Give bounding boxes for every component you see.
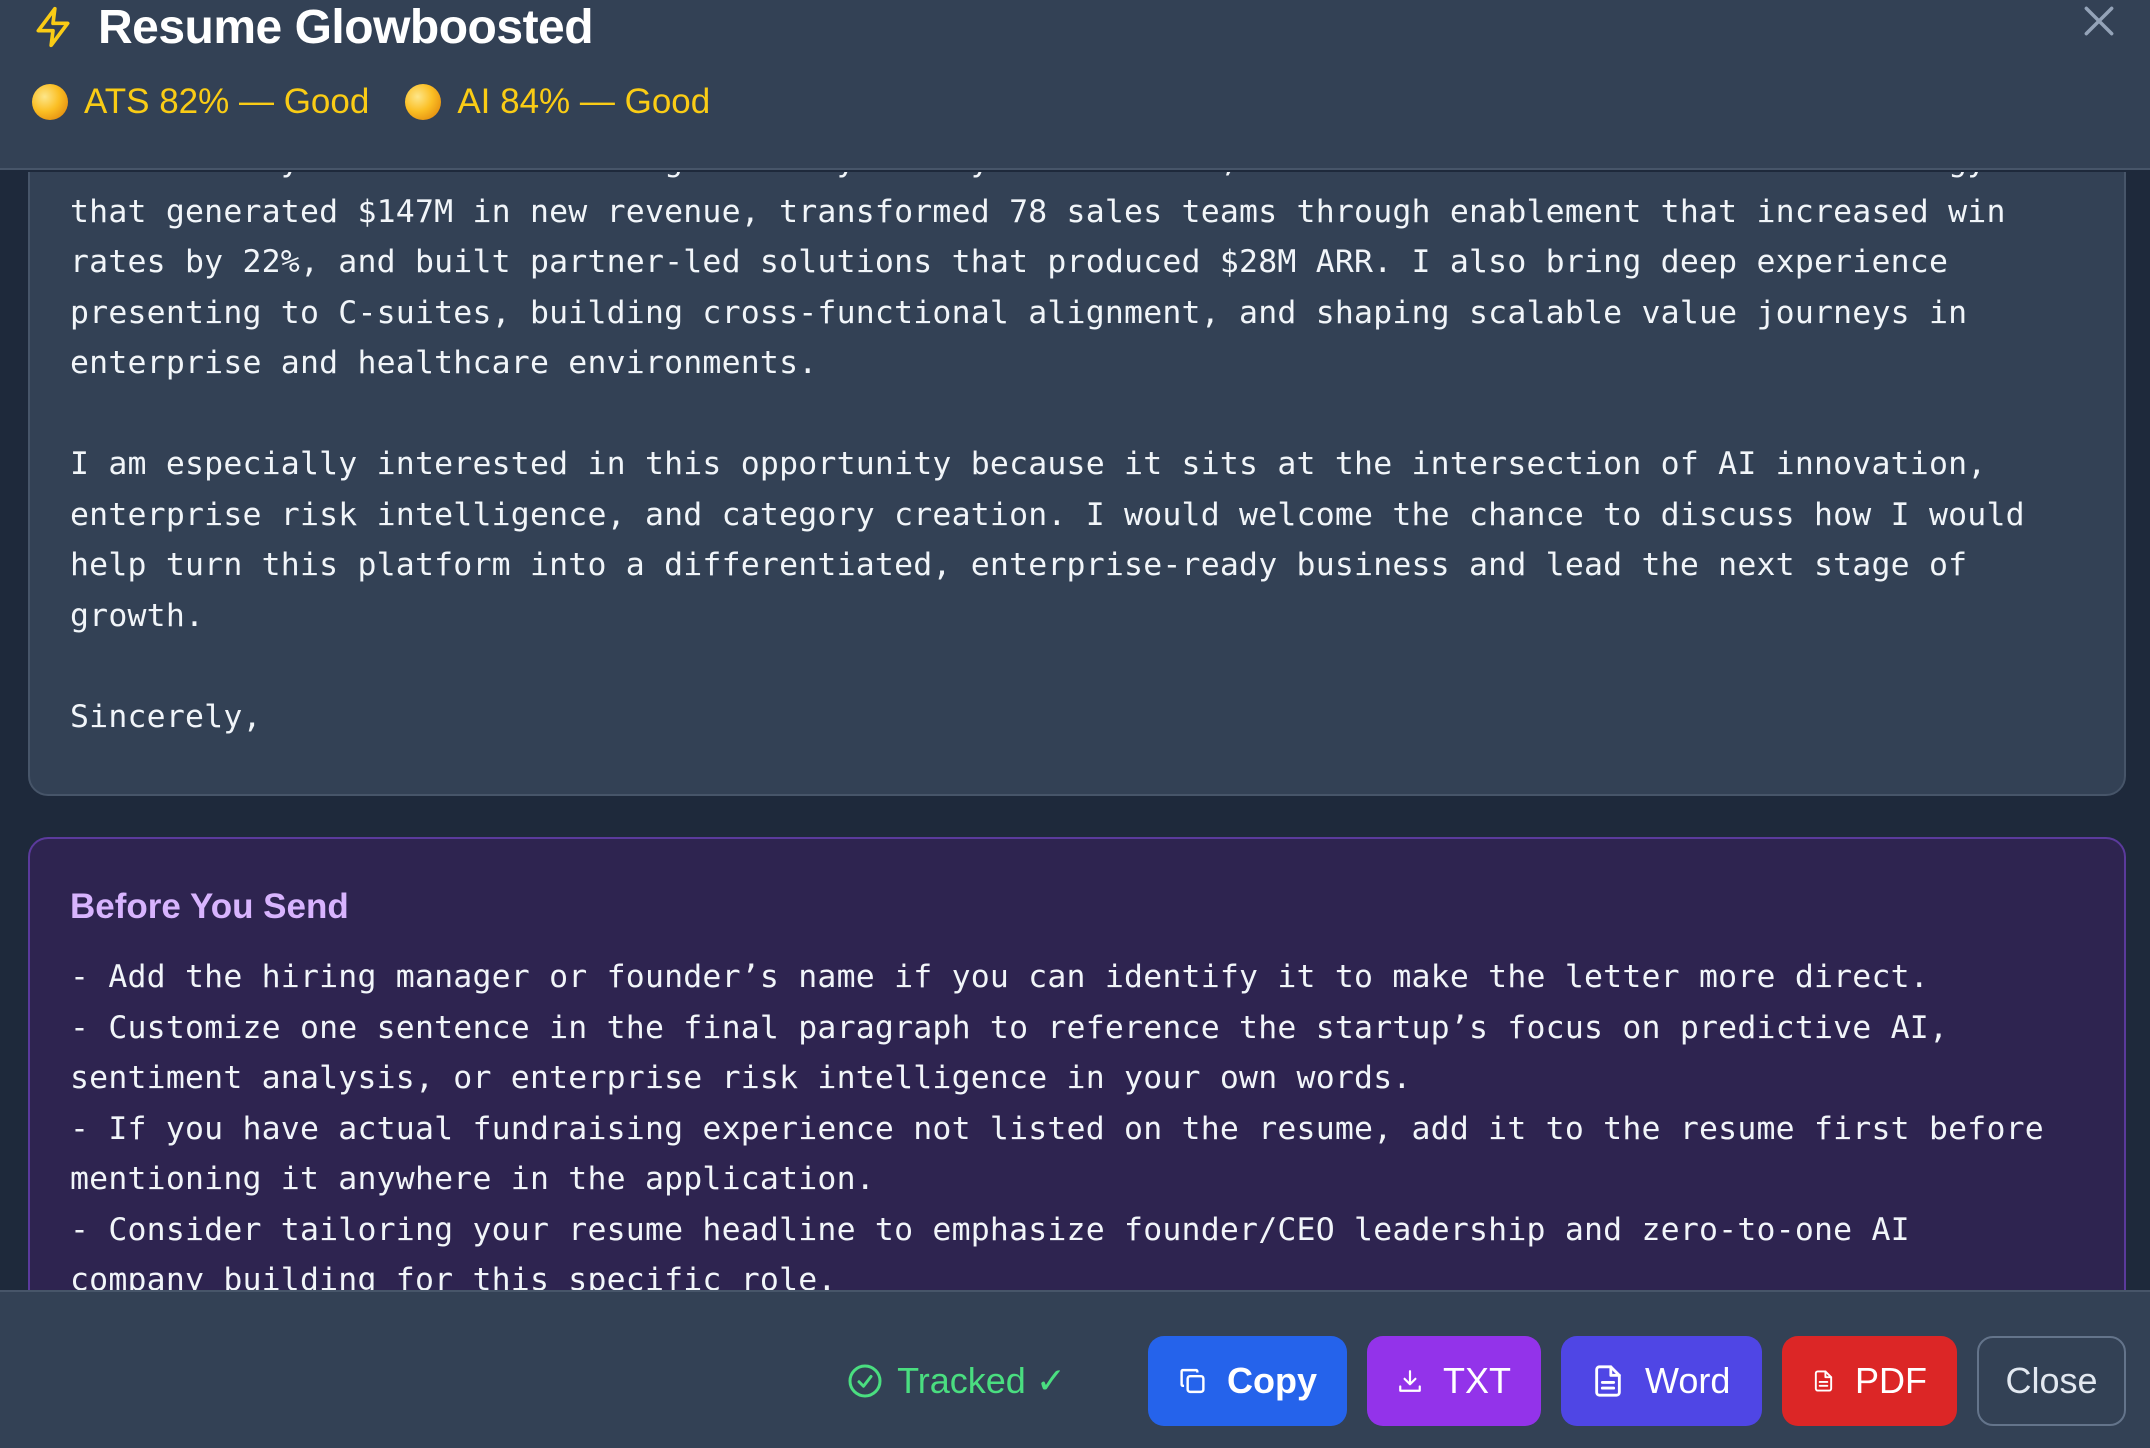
tip-line: - Consider tailoring your resume headlin… [70, 1211, 1910, 1248]
document-icon [1595, 1365, 1621, 1397]
download-word-button[interactable]: Word [1561, 1336, 1762, 1426]
tip-line: - Add the hiring manager or founder’s na… [70, 959, 1929, 995]
tip-line: mentioning it anywhere in the applicatio… [70, 1161, 875, 1197]
close-icon[interactable] [2078, 0, 2120, 42]
txt-label: TXT [1443, 1360, 1511, 1401]
ai-score-badge: AI 84% — Good [405, 82, 710, 122]
cover-letter-card: first 90 days while accelerating sales c… [28, 172, 2126, 796]
tip-line: - Customize one sentence in the final pa… [70, 1009, 1949, 1046]
tips-title: Before You Send [70, 887, 349, 926]
tips-text: - Add the hiring manager or founder’s na… [70, 952, 2110, 1290]
ats-score-label: ATS 82% — Good [84, 82, 370, 121]
tip-line: - If you have actual fundraising experie… [70, 1110, 2044, 1147]
ats-score-badge: ATS 82% — Good [32, 82, 369, 122]
letter-line: rates by 22%, and built partner-led solu… [70, 244, 1949, 280]
score-badges: ATS 82% — Good AI 84% — Good [32, 82, 746, 122]
ai-score-label: AI 84% — Good [457, 82, 711, 121]
modal-content[interactable]: first 90 days while accelerating sales c… [0, 172, 2150, 1290]
pdf-label: PDF [1855, 1360, 1927, 1401]
modal-title: Resume Glowboosted [98, 0, 594, 54]
letter-line: that generated $147M in new revenue, tra… [70, 193, 2006, 230]
coin-icon [405, 84, 442, 120]
copy-button[interactable]: Copy [1148, 1336, 1347, 1426]
tracked-status: Tracked ✓ [847, 1360, 1066, 1402]
word-label: Word [1645, 1360, 1731, 1401]
letter-closing: Sincerely, [70, 698, 262, 735]
letter-line: growth. [70, 597, 205, 634]
letter-line: I am especially interested in this oppor… [70, 446, 1987, 482]
tip-line: sentiment analysis, or enterprise risk i… [70, 1060, 1412, 1096]
modal-footer: Tracked ✓ Copy TXT Word PDF Close [0, 1290, 2150, 1448]
close-label: Close [2005, 1360, 2098, 1401]
letter-line: first 90 days while accelerating sales c… [70, 172, 2110, 187]
footer-actions: Tracked ✓ Copy TXT Word PDF Close [847, 1336, 2126, 1426]
letter-line: enterprise risk intelligence, and catego… [70, 496, 2025, 533]
title-row: Resume Glowboosted [30, 0, 594, 54]
letter-line: enterprise and healthcare environments. [70, 345, 818, 381]
copy-icon [1180, 1368, 1205, 1394]
letter-line: help turn this platform into a different… [70, 547, 1968, 583]
resume-modal: Resume Glowboosted ATS 82% — Good AI 84%… [0, 0, 2150, 1448]
close-button[interactable]: Close [1977, 1336, 2126, 1426]
coin-icon [32, 84, 68, 120]
download-icon [1399, 1370, 1421, 1392]
lightning-bolt-icon [30, 4, 76, 50]
modal-header: Resume Glowboosted ATS 82% — Good AI 84%… [0, 0, 2150, 170]
tip-line: company building for this specific role. [70, 1262, 837, 1290]
before-you-send-card: Before You Send - Add the hiring manager… [28, 837, 2126, 1290]
letter-line: presenting to C-suites, building cross-f… [70, 294, 1968, 331]
copy-label: Copy [1227, 1360, 1317, 1401]
document-icon [1814, 1370, 1833, 1392]
check-circle-icon [848, 1364, 882, 1398]
download-pdf-button[interactable]: PDF [1782, 1336, 1957, 1426]
download-txt-button[interactable]: TXT [1367, 1336, 1541, 1426]
cover-letter-text: first 90 days while accelerating sales c… [70, 172, 2110, 742]
tracked-label: Tracked ✓ [897, 1360, 1066, 1401]
